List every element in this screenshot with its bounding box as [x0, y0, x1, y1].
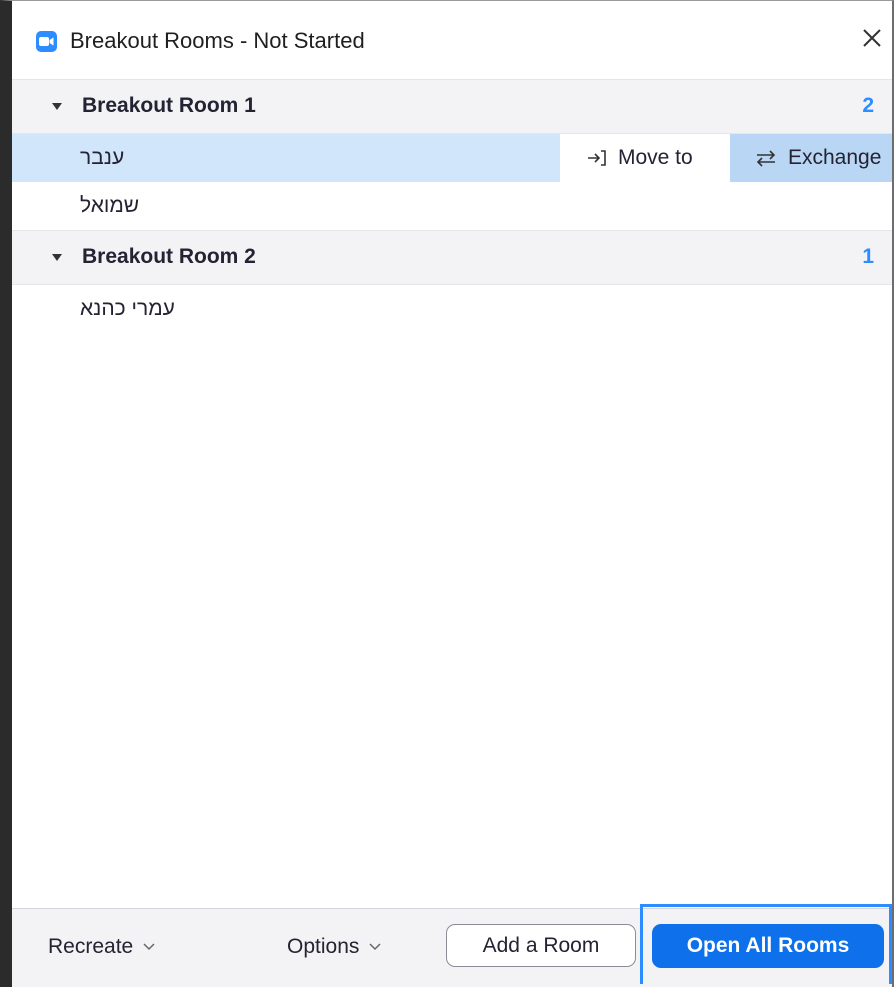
footer-toolbar: Recreate Options Add a Room Open All Roo…	[12, 904, 892, 987]
room-name: Breakout Room 2	[82, 245, 256, 268]
rooms-list: Breakout Room 1 2 ענבר Move to Exchange …	[12, 79, 892, 333]
room-header-1[interactable]: Breakout Room 1 2	[12, 79, 892, 134]
caret-down-icon	[52, 254, 62, 261]
recreate-label: Recreate	[48, 935, 134, 958]
close-icon[interactable]	[858, 23, 886, 53]
exchange-label: Exchange	[788, 146, 882, 169]
participant-row[interactable]: שמואל	[12, 182, 892, 230]
options-dropdown[interactable]: Options	[287, 935, 381, 959]
chevron-down-icon	[369, 943, 381, 951]
exchange-icon	[756, 150, 776, 167]
recreate-dropdown[interactable]: Recreate	[48, 935, 155, 959]
zoom-camera-icon	[36, 31, 57, 52]
breakout-rooms-window: Breakout Rooms - Not Started Breakout Ro…	[0, 0, 894, 987]
caret-down-icon	[52, 103, 62, 110]
move-to-button[interactable]: Move to	[560, 134, 730, 182]
participant-name: שמואל	[80, 194, 140, 217]
participant-row[interactable]: ענבר Move to Exchange	[12, 134, 892, 182]
title-bar: Breakout Rooms - Not Started	[12, 1, 892, 79]
move-to-label: Move to	[618, 146, 693, 169]
window-title: Breakout Rooms - Not Started	[70, 28, 365, 53]
room-name: Breakout Room 1	[82, 94, 256, 117]
room-participant-count: 1	[862, 245, 874, 268]
participant-actions: Move to Exchange	[560, 134, 892, 182]
add-room-button[interactable]: Add a Room	[446, 924, 636, 967]
exchange-button[interactable]: Exchange	[730, 134, 892, 182]
participant-name: ענבר	[80, 146, 125, 169]
chevron-down-icon	[143, 943, 155, 951]
open-all-rooms-button[interactable]: Open All Rooms	[652, 924, 884, 968]
room-header-2[interactable]: Breakout Room 2 1	[12, 230, 892, 285]
participant-row[interactable]: עמרי כהנא	[12, 285, 892, 333]
options-label: Options	[287, 935, 360, 958]
move-to-icon	[588, 150, 606, 166]
participant-name: עמרי כהנא	[80, 297, 175, 320]
room-participant-count: 2	[862, 94, 874, 117]
